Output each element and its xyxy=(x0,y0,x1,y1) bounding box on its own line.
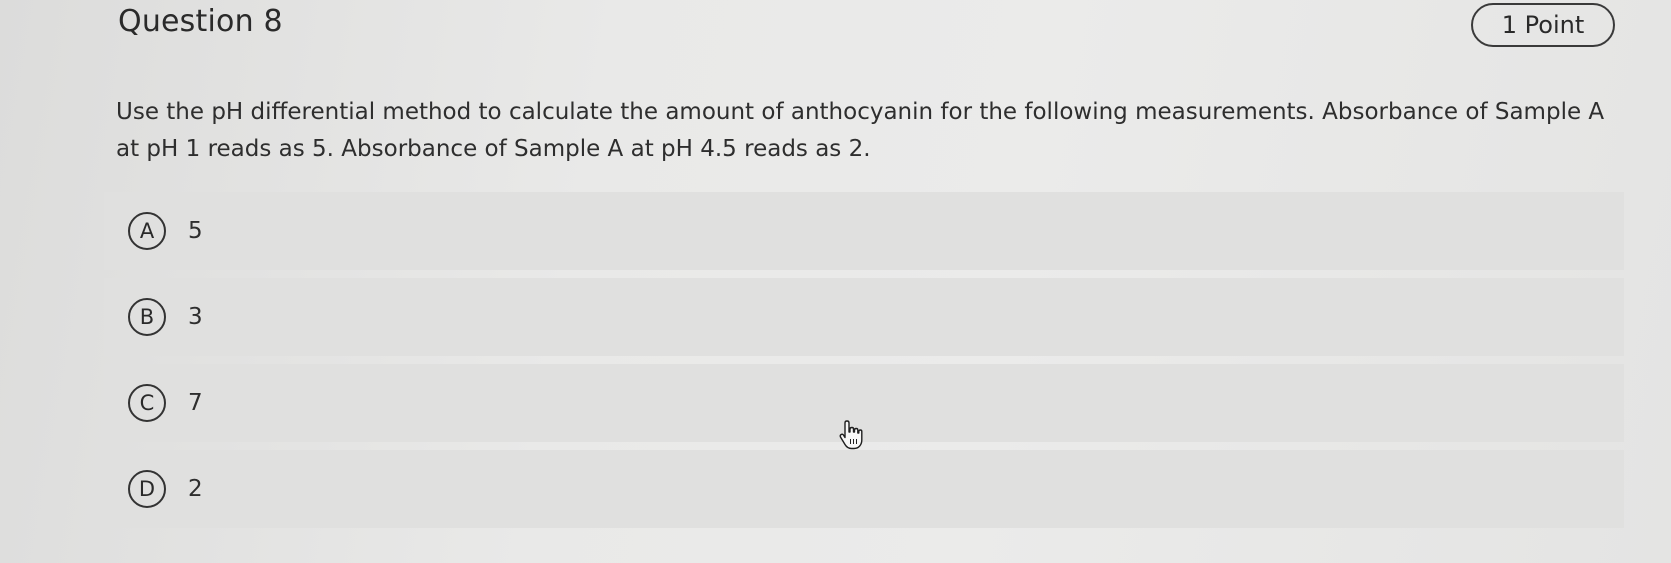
question-title: Question 8 xyxy=(118,4,283,39)
option-letter-c: C xyxy=(128,384,166,422)
points-badge: 1 Point xyxy=(1471,3,1615,47)
option-text-b: 3 xyxy=(188,304,203,330)
option-letter-a: A xyxy=(128,212,166,250)
option-text-c: 7 xyxy=(188,390,203,416)
option-d[interactable]: D 2 xyxy=(104,450,1624,528)
option-letter-d: D xyxy=(128,470,166,508)
answer-options: A 5 B 3 C 7 D 2 xyxy=(104,192,1624,536)
option-text-d: 2 xyxy=(188,476,203,502)
option-a[interactable]: A 5 xyxy=(104,192,1624,270)
option-c[interactable]: C 7 xyxy=(104,364,1624,442)
hand-pointer-icon xyxy=(839,420,863,450)
option-text-a: 5 xyxy=(188,218,203,244)
option-letter-b: B xyxy=(128,298,166,336)
option-b[interactable]: B 3 xyxy=(104,278,1624,356)
question-prompt: Use the pH differential method to calcul… xyxy=(116,99,1605,162)
